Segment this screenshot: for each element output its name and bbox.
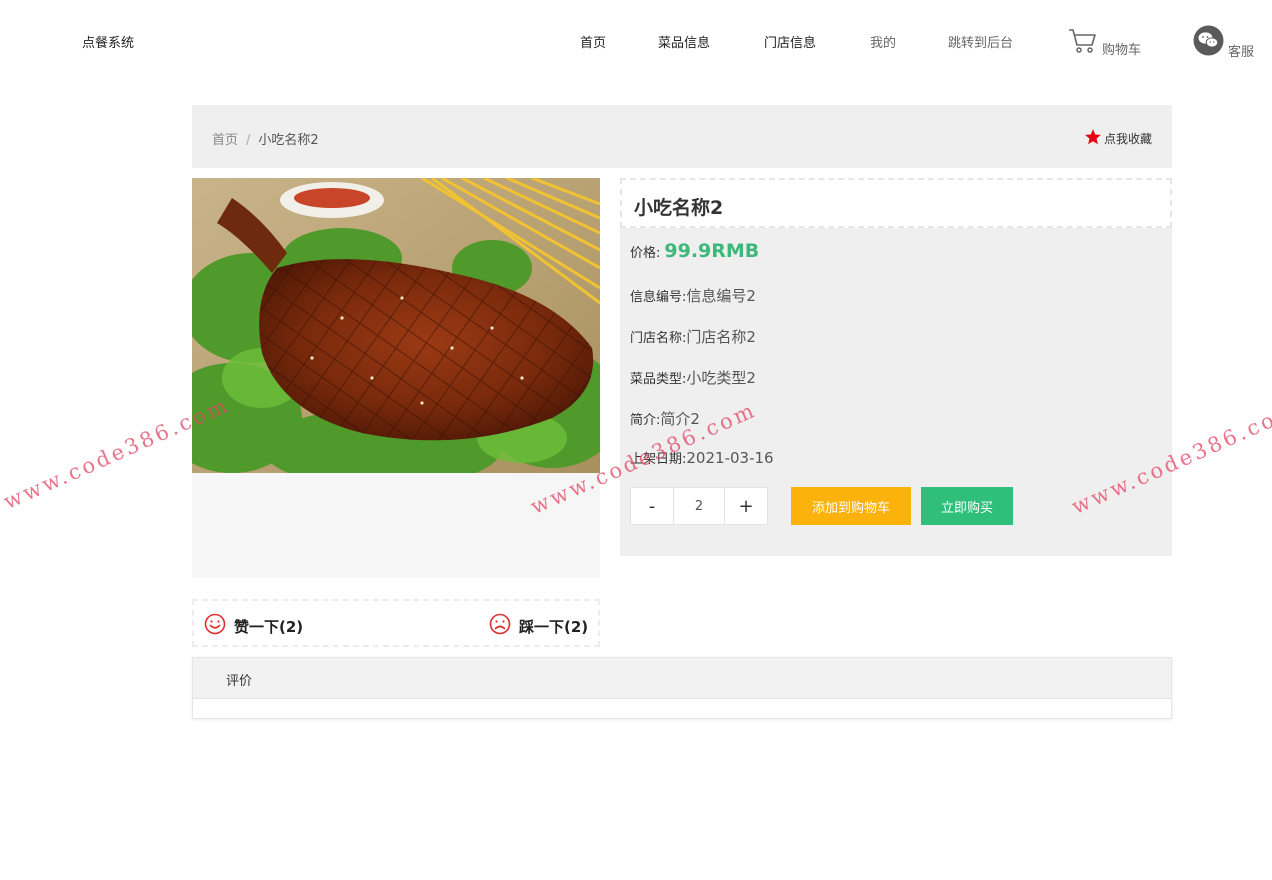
wechat-icon — [1193, 25, 1224, 60]
breadcrumb-current: 小吃名称2 — [258, 133, 319, 148]
cart-label: 购物车 — [1102, 43, 1142, 58]
cart-icon — [1068, 28, 1098, 58]
product-image-panel — [192, 178, 600, 578]
service-label: 客服 — [1228, 45, 1255, 60]
dislike-button[interactable]: 踩一下(2) — [489, 613, 588, 639]
nav-admin[interactable]: 跳转到后台 — [948, 32, 1013, 51]
nav-cart[interactable]: 购物车 — [1068, 28, 1141, 58]
info-type-value: 小吃类型2 — [686, 369, 756, 387]
info-row-id: 信息编号: 信息编号2 — [630, 285, 756, 306]
quantity-plus-button[interactable]: + — [724, 487, 768, 525]
breadcrumb-home[interactable]: 首页 — [212, 133, 238, 148]
nav-dishes[interactable]: 菜品信息 — [658, 32, 710, 51]
vote-bar: 赞一下(2) 踩一下(2) — [192, 599, 600, 647]
star-icon — [1084, 128, 1102, 149]
tab-review[interactable]: 评价 — [226, 670, 252, 689]
favorite-label: 点我收藏 — [1103, 132, 1152, 146]
nav-service[interactable]: 客服 — [1193, 25, 1254, 60]
info-id-label: 信息编号: — [630, 290, 687, 305]
buy-now-button[interactable]: 立即购买 — [921, 487, 1013, 525]
add-to-cart-button[interactable]: 添加到购物车 — [791, 487, 911, 525]
product-title: 小吃名称2 — [634, 197, 724, 219]
quantity-stepper: - + — [630, 487, 768, 525]
price-row: 价格: 99.9RMB — [630, 240, 759, 262]
info-type-label: 菜品类型: — [630, 372, 687, 387]
breadcrumb: 首页 / 小吃名称2 — [212, 129, 319, 148]
info-row-intro: 简介: 简介2 — [630, 408, 700, 429]
info-id-value: 信息编号2 — [686, 287, 756, 305]
nav-home[interactable]: 首页 — [580, 32, 606, 51]
product-photo — [192, 178, 600, 473]
nav-mine[interactable]: 我的 — [870, 32, 896, 51]
info-intro-value: 简介2 — [660, 410, 700, 428]
favorite-button[interactable]: 点我收藏 — [1084, 128, 1152, 149]
like-label: 赞一下(2) — [234, 617, 304, 636]
info-date-value: 2021-03-16 — [686, 449, 774, 467]
breadcrumb-bar: 首页 / 小吃名称2 点我收藏 — [192, 105, 1172, 168]
price-label: 价格: — [630, 246, 661, 261]
info-date-label: 上架日期: — [630, 452, 687, 467]
product-title-box: 小吃名称2 — [620, 178, 1172, 228]
quantity-minus-button[interactable]: - — [630, 487, 674, 525]
product-info-panel: 小吃名称2 价格: 99.9RMB 信息编号: 信息编号2 门店名称: 门店名称… — [620, 178, 1172, 556]
info-row-date: 上架日期: 2021-03-16 — [630, 448, 774, 467]
site-brand[interactable]: 点餐系统 — [82, 32, 134, 51]
nav-stores[interactable]: 门店信息 — [764, 32, 816, 51]
price-value: 99.9RMB — [664, 240, 760, 262]
review-header: 评价 — [193, 658, 1171, 699]
like-button[interactable]: 赞一下(2) — [204, 613, 303, 639]
smile-icon — [204, 613, 226, 639]
review-panel: 评价 — [192, 657, 1172, 719]
info-store-label: 门店名称: — [630, 331, 687, 346]
quantity-input[interactable] — [674, 487, 724, 525]
info-intro-label: 简介: — [630, 413, 661, 428]
breadcrumb-separator: / — [246, 133, 251, 148]
info-row-type: 菜品类型: 小吃类型2 — [630, 367, 756, 388]
frown-icon — [489, 613, 511, 639]
info-row-store: 门店名称: 门店名称2 — [630, 326, 756, 347]
info-store-value: 门店名称2 — [686, 328, 756, 346]
dislike-label: 踩一下(2) — [519, 617, 589, 636]
